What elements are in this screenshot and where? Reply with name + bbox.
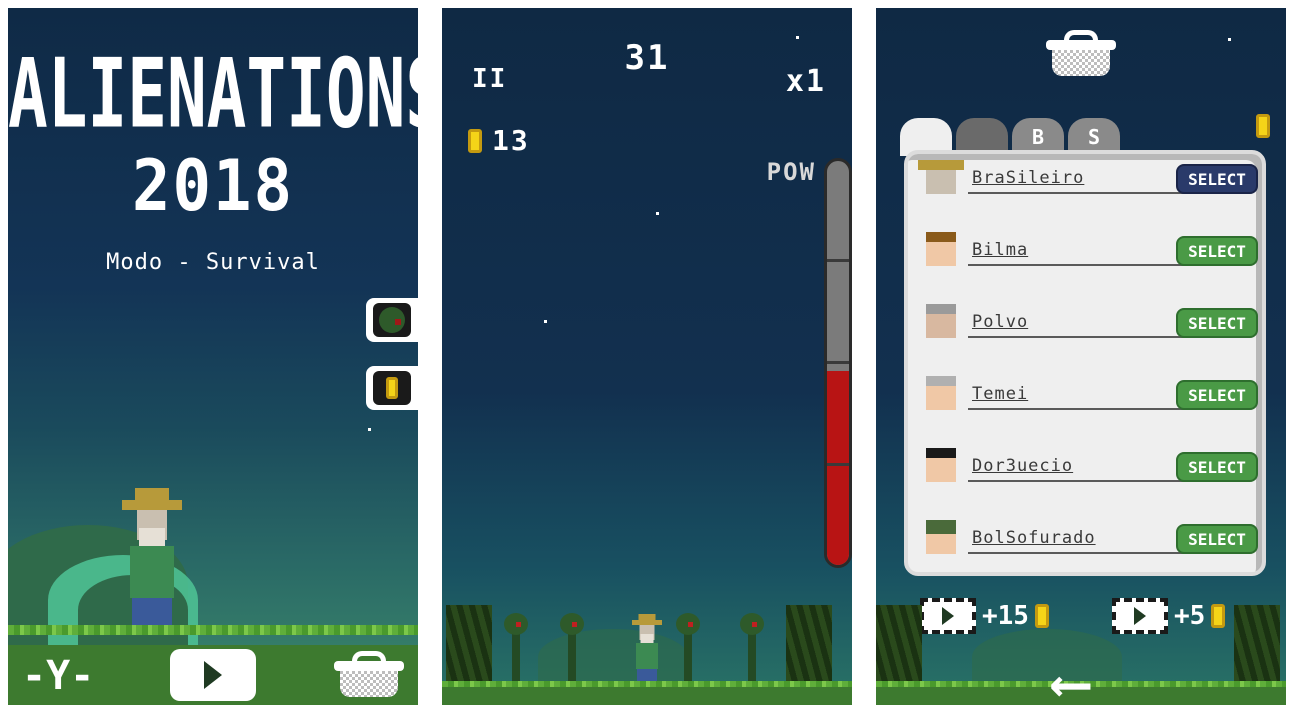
coin-icon bbox=[1211, 604, 1226, 628]
play-button[interactable] bbox=[170, 649, 256, 701]
watch-ad-reward-5[interactable]: +5 bbox=[1112, 598, 1226, 634]
star bbox=[544, 320, 547, 323]
character-name: Polvo bbox=[972, 312, 1029, 332]
sky-background bbox=[442, 8, 852, 705]
alien-enemy bbox=[502, 613, 530, 683]
star bbox=[368, 428, 371, 431]
grass-strip bbox=[442, 681, 852, 687]
coin-icon bbox=[386, 377, 398, 399]
bush bbox=[972, 629, 1122, 685]
select-button[interactable]: SELECT bbox=[1176, 452, 1258, 482]
character-name: Bilma bbox=[972, 240, 1029, 260]
coin-icon bbox=[468, 128, 482, 153]
select-button[interactable]: SELECT bbox=[1176, 524, 1258, 554]
select-button[interactable]: SELECT bbox=[1176, 236, 1258, 266]
character-row: Bilma SELECT bbox=[916, 230, 1258, 280]
alien-enemy bbox=[558, 613, 586, 683]
character-name: BraSileiro bbox=[972, 168, 1085, 188]
farmer-character bbox=[122, 488, 182, 638]
character-row: Temei SELECT bbox=[916, 374, 1258, 424]
video-ad-icon bbox=[920, 598, 976, 634]
hair-icon bbox=[926, 232, 956, 242]
grass-strip bbox=[8, 625, 418, 635]
power-meter-fill bbox=[827, 371, 849, 565]
back-arrow-icon[interactable]: ⟵ bbox=[1054, 656, 1088, 705]
coin-icon bbox=[1256, 114, 1270, 138]
power-meter bbox=[824, 158, 852, 568]
character-row: BraSileiro SELECT bbox=[916, 158, 1258, 208]
coin-balance bbox=[1256, 114, 1270, 142]
play-icon bbox=[204, 661, 222, 689]
game-mode-label: Modo - Survival bbox=[106, 250, 320, 275]
hair-icon bbox=[926, 376, 956, 386]
hair-icon bbox=[926, 304, 956, 314]
watch-ad-reward-15[interactable]: +15 bbox=[920, 598, 1049, 634]
star bbox=[1228, 38, 1231, 41]
character-name: Dor3uecio bbox=[972, 456, 1074, 476]
hair-icon bbox=[926, 448, 956, 458]
character-name: Temei bbox=[972, 384, 1029, 404]
corn-plant bbox=[876, 605, 922, 683]
coin-icon bbox=[1034, 604, 1049, 628]
corn-plant bbox=[446, 605, 492, 683]
character-name: BolSofurado bbox=[972, 528, 1096, 548]
video-ad-icon bbox=[1112, 598, 1168, 634]
character-select-panel: B S BraSileiro SELECT Bilma SELECT Polvo… bbox=[876, 8, 1286, 705]
gameplay-panel: II 31 x1 13 POW bbox=[442, 8, 852, 705]
character-row: Dor3uecio SELECT bbox=[916, 446, 1258, 496]
character-row: Polvo SELECT bbox=[916, 302, 1258, 352]
coin-count: 13 bbox=[492, 124, 530, 157]
helmet-icon bbox=[926, 520, 956, 534]
game-year: 2018 bbox=[131, 146, 295, 228]
tools-icon[interactable]: -Y- bbox=[22, 653, 94, 699]
game-title: ALIENATIONS bbox=[8, 38, 418, 150]
character-row: BolSofurado SELECT bbox=[916, 518, 1258, 568]
coin-counter-badge[interactable] bbox=[366, 366, 418, 410]
alien-enemy bbox=[738, 613, 766, 683]
star bbox=[656, 212, 659, 215]
basket-icon bbox=[1046, 30, 1116, 76]
reward-amount: +15 bbox=[982, 601, 1029, 631]
alien-counter-badge[interactable] bbox=[366, 298, 418, 342]
score-multiplier: x1 bbox=[785, 64, 826, 99]
hat-icon bbox=[918, 160, 964, 170]
basket-icon[interactable] bbox=[334, 651, 404, 697]
corn-plant bbox=[1234, 605, 1280, 683]
farmer-character bbox=[632, 614, 662, 687]
select-button[interactable]: SELECT bbox=[1176, 308, 1258, 338]
reward-amount: +5 bbox=[1174, 601, 1206, 631]
pow-label: POW bbox=[766, 158, 816, 186]
title-screen-panel: ALIENATIONS 2018 Modo - Survival -Y- bbox=[8, 8, 418, 705]
coin-counter: 13 bbox=[468, 124, 530, 157]
alien-icon bbox=[379, 307, 405, 333]
corn-plant bbox=[786, 605, 832, 683]
character-list: BraSileiro SELECT Bilma SELECT Polvo SEL… bbox=[904, 150, 1266, 576]
select-button[interactable]: SELECT bbox=[1176, 380, 1258, 410]
select-button[interactable]: SELECT bbox=[1176, 164, 1258, 194]
alien-enemy bbox=[674, 613, 702, 683]
